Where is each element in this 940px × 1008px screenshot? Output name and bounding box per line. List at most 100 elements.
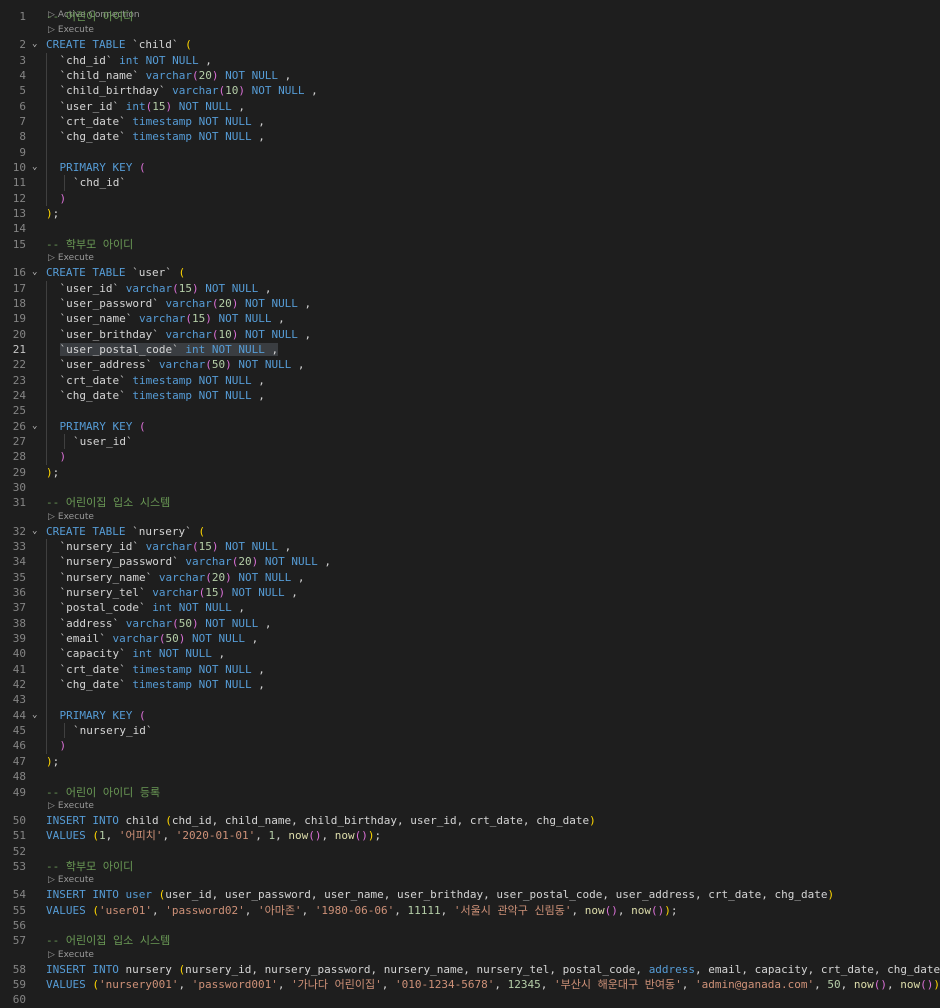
token: , <box>297 296 312 310</box>
indent-guide <box>46 585 47 601</box>
line-code[interactable]: VALUES ('user01', 'password02', '아마존', '… <box>46 903 678 918</box>
line-code[interactable]: `user_postal_code` int NOT NULL , <box>59 342 279 357</box>
line-code[interactable]: `chg_date` timestamp NOT NULL , <box>60 677 265 692</box>
line-code[interactable]: `user_id` varchar(15) NOT NULL , <box>60 281 272 296</box>
code-line: 22 `user_address` varchar(50) NOT NULL , <box>0 357 940 373</box>
line-code[interactable]: `nursery_id` <box>73 723 152 738</box>
play-icon: ▷ <box>48 511 55 522</box>
line-code[interactable]: -- 어린이 아이디 <box>46 9 133 24</box>
fold-chevron-icon[interactable]: ⌄ <box>32 265 42 280</box>
line-code[interactable]: `capacity` int NOT NULL , <box>60 646 226 661</box>
token: 20 <box>218 296 232 310</box>
line-code[interactable]: `user_password` varchar(20) NOT NULL , <box>60 296 312 311</box>
line-code[interactable]: -- 어린이집 입소 시스템 <box>46 933 170 948</box>
token: `user_id` <box>59 99 126 113</box>
line-code[interactable]: `nursery_id` varchar(15) NOT NULL , <box>60 539 292 554</box>
line-code[interactable]: ) <box>60 191 67 206</box>
token: ) <box>827 888 835 902</box>
execute-codelens-button[interactable]: ▷ Execute <box>48 874 94 887</box>
line-code[interactable]: INSERT INTO child (chd_id, child_name, c… <box>46 813 596 828</box>
line-code[interactable]: ) <box>60 449 67 464</box>
line-code[interactable]: `chg_date` timestamp NOT NULL , <box>60 129 265 144</box>
line-code[interactable]: VALUES ('nursery001', 'password001', '가나… <box>46 977 940 992</box>
line-code[interactable]: `user_id` <box>73 434 133 449</box>
token: `postal_code` <box>59 601 153 615</box>
code-text: `user_id` <box>73 435 133 448</box>
line-code[interactable]: VALUES (1, '어피치', '2020-01-01', 1, now()… <box>46 828 381 843</box>
code-line: 8 `chg_date` timestamp NOT NULL , <box>0 129 940 145</box>
line-code[interactable]: `child_name` varchar(20) NOT NULL , <box>60 68 292 83</box>
line-code[interactable]: CREATE TABLE `child` ( <box>46 37 192 52</box>
line-code[interactable]: `crt_date` timestamp NOT NULL , <box>60 373 265 388</box>
execute-codelens-button[interactable]: ▷ Execute <box>48 511 94 524</box>
token: 'admin@ganada.com' <box>694 977 815 991</box>
token: ( <box>92 903 99 917</box>
token: `nursery_password` <box>59 555 186 569</box>
fold-chevron-icon[interactable]: ⌄ <box>32 708 42 723</box>
line-code[interactable]: -- 어린이집 입소 시스템 <box>46 495 170 510</box>
line-code[interactable]: `chd_id` <box>73 175 126 190</box>
token: timestamp <box>132 115 192 129</box>
line-code[interactable]: `email` varchar(50) NOT NULL , <box>60 631 259 646</box>
line-code[interactable]: `user_brithday` varchar(10) NOT NULL , <box>60 327 312 342</box>
code-lines[interactable]: 1 -- 어린이 아이디 ▷ Execute 2 ⌄ CREATE TABLE `child… <box>0 9 940 1008</box>
line-code[interactable]: -- 학부모 아이디 <box>46 859 133 874</box>
line-code[interactable]: `nursery_password` varchar(20) NOT NULL … <box>60 554 332 569</box>
line-code[interactable]: `chg_date` timestamp NOT NULL , <box>60 388 265 403</box>
line-code[interactable]: `address` varchar(50) NOT NULL , <box>60 616 272 631</box>
line-code[interactable]: `chd_id` int NOT NULL , <box>60 53 212 68</box>
line-code[interactable]: INSERT INTO nursery (nursery_id, nursery… <box>46 962 940 977</box>
token: 50 <box>165 632 179 646</box>
line-code[interactable]: `nursery_name` varchar(20) NOT NULL , <box>60 570 305 585</box>
token: VALUES <box>46 903 93 917</box>
line-code[interactable]: CREATE TABLE `user` ( <box>46 265 185 280</box>
line-code[interactable]: PRIMARY KEY ( <box>60 160 146 175</box>
execute-codelens-button[interactable]: ▷ Execute <box>48 949 94 962</box>
token: ) <box>191 281 199 295</box>
line-code[interactable]: `crt_date` timestamp NOT NULL , <box>60 114 265 129</box>
line-code[interactable]: ) <box>60 738 67 753</box>
execute-label: Execute <box>57 875 94 886</box>
token: () <box>354 829 368 843</box>
code-line: 33 `nursery_id` varchar(15) NOT NULL , <box>0 539 940 555</box>
fold-chevron-icon[interactable]: ⌄ <box>32 37 42 52</box>
code-line: 53 -- 학부모 아이디 <box>0 859 940 874</box>
line-code[interactable]: `postal_code` int NOT NULL , <box>60 600 245 615</box>
code-line: 12) <box>0 190 940 207</box>
editor-content[interactable]: ▷ Active Connection 1 -- 어린이 아이디 ▷ Execute 2 ⌄… <box>0 0 940 1008</box>
codelens-top[interactable]: ▷ Active Connection <box>0 0 940 20</box>
fold-chevron-icon[interactable]: ⌄ <box>32 160 42 175</box>
execute-codelens-button[interactable]: ▷ Execute <box>48 252 94 265</box>
line-number: 49 <box>12 785 26 799</box>
fold-chevron-icon[interactable]: ⌄ <box>32 419 42 434</box>
codelens-execute: ▷ Execute <box>0 511 940 524</box>
token: ( <box>205 570 212 584</box>
line-code[interactable]: `child_birthday` varchar(10) NOT NULL , <box>60 83 318 98</box>
line-code[interactable]: CREATE TABLE `nursery` ( <box>46 524 205 539</box>
line-code[interactable]: ); <box>46 465 59 480</box>
fold-chevron-icon[interactable]: ⌄ <box>32 524 42 539</box>
line-code[interactable]: `nursery_tel` varchar(15) NOT NULL , <box>60 585 298 600</box>
code-line: 57 -- 어린이집 입소 시스템 <box>0 933 940 948</box>
line-code[interactable]: ); <box>46 206 59 221</box>
token: `crt_date` <box>59 373 133 387</box>
line-code[interactable]: ); <box>46 754 59 769</box>
line-number: 11 <box>12 176 26 190</box>
line-code[interactable]: `user_address` varchar(50) NOT NULL , <box>60 357 305 372</box>
code-line: 25 <box>0 403 940 419</box>
token: PRIMARY KEY <box>59 419 139 433</box>
line-code[interactable]: `crt_date` timestamp NOT NULL , <box>60 662 265 677</box>
line-code[interactable]: `user_id` int(15) NOT NULL , <box>60 99 245 114</box>
line-code[interactable]: -- 어린이 아이디 등록 <box>46 785 160 800</box>
execute-codelens-button[interactable]: ▷ Execute <box>48 800 94 813</box>
line-code[interactable]: INSERT INTO user (user_id, user_password… <box>46 887 834 902</box>
line-code[interactable]: PRIMARY KEY ( <box>60 708 146 723</box>
codelens-execute: ▷ Execute <box>0 874 940 887</box>
execute-codelens-button[interactable]: ▷ Execute <box>48 24 94 37</box>
code-text: `chd_id` <box>73 176 126 189</box>
token: , <box>251 678 265 692</box>
line-code[interactable]: `user_name` varchar(15) NOT NULL , <box>60 311 285 326</box>
line-number: 41 <box>12 662 26 676</box>
line-code[interactable]: -- 학부모 아이디 <box>46 237 133 252</box>
line-code[interactable]: PRIMARY KEY ( <box>60 419 146 434</box>
